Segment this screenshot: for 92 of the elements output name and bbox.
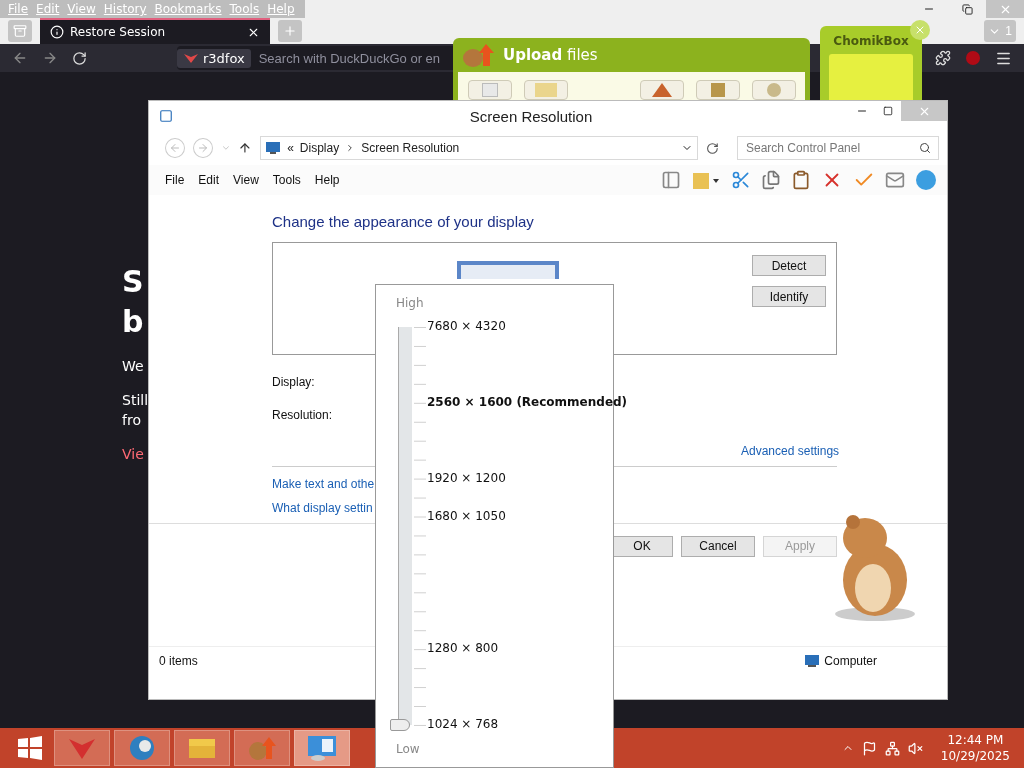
info-icon [50,25,64,39]
upload-tile[interactable] [752,80,796,100]
time-text: 12:44 PM [947,732,1004,748]
house-icon [652,83,672,97]
flag-icon[interactable] [861,740,877,756]
restore-icon [961,3,973,15]
fox-icon [183,52,199,64]
search-icon [919,142,931,154]
resolution-option[interactable]: 1680 × 1050 [427,508,506,523]
advanced-settings-link[interactable]: Advanced settings [741,444,840,458]
resolution-option[interactable]: 1024 × 768 [427,716,499,731]
url-field[interactable]: Search with DuckDuckGo or en [256,49,457,67]
location-text: Computer [824,654,877,668]
resolution-option[interactable]: 1280 × 800 [427,641,499,656]
field-label: Resolution: [272,408,334,422]
maximize-icon [883,106,893,116]
back-icon [168,142,181,154]
plus-icon [283,24,297,38]
side-button[interactable]: Detect [752,255,826,276]
upload-tile[interactable] [696,80,740,100]
page-text: fro [122,411,141,430]
page-text: Still [122,391,149,410]
scissors-icon [731,170,751,190]
taskbar-app[interactable] [294,730,350,766]
mute-icon[interactable] [907,740,923,756]
copy-icon [761,170,781,190]
archive-icon [13,24,27,38]
folder-icon [187,736,217,760]
forward-icon [196,142,209,154]
gear-icon [767,83,781,97]
address-bar[interactable]: « Display Screen Resolution [260,136,699,160]
forward-icon[interactable] [42,50,58,66]
dialog-button[interactable]: Cancel [681,535,755,557]
upload-tile[interactable] [468,80,512,100]
hamster-upload-icon [461,42,495,68]
back-icon[interactable] [12,50,28,66]
page-heading: S [122,263,144,301]
page-icon [482,83,498,97]
upload-tile[interactable] [640,80,684,100]
resolution-option[interactable]: 1920 × 1200 [427,470,506,485]
folder-icon [535,83,557,97]
network-icon[interactable] [884,740,900,756]
clock[interactable]: 12:44 PM 10/29/2025 [940,732,1010,764]
resolution-option[interactable]: 2560 × 1600 (Recommended) [427,394,628,409]
control-panel-icon [306,734,338,762]
high-label: High [396,296,424,310]
browser-tab[interactable]: Restore Session [40,18,270,44]
search-field[interactable]: Search Control Panel [737,136,939,160]
upload-title: Upload files [503,46,598,64]
menu-item[interactable]: Tools [266,173,307,187]
dialog-button[interactable]: OK [611,535,673,557]
box-icon [711,83,725,97]
shield-icon[interactable] [965,50,981,66]
tab-list-button[interactable] [8,20,32,42]
section-heading: Change the appearance of your display [272,213,535,230]
hamster-upload-icon [247,735,277,761]
help-link[interactable]: What display settin [272,501,373,515]
reload-icon[interactable] [72,50,87,66]
menu-item[interactable]: View [227,173,265,187]
identity-box[interactable]: r3dfox [177,48,251,68]
overflow-chevron[interactable]: « [287,141,294,155]
puzzle-icon[interactable] [935,50,951,66]
window-title: Screen Resolution [468,107,594,125]
low-label: Low [396,742,420,756]
breadcrumb-item[interactable]: Screen Resolution [361,141,460,155]
taskbar-app[interactable] [174,730,230,766]
clipboard-icon [791,170,811,190]
help-link[interactable]: Make text and othe [272,477,375,491]
breadcrumb-item[interactable]: Display [299,141,340,155]
layout-icon [661,170,681,190]
menu-item[interactable]: File [159,173,191,187]
refresh-icon[interactable] [706,141,719,155]
widget-title: ChomikBox [833,34,909,48]
envelope-icon [885,170,905,190]
field-label: Display: [272,375,316,389]
globe-icon [915,169,937,191]
side-button[interactable]: Identify [752,286,826,307]
date-text: 10/29/2025 [940,748,1010,764]
menu-item[interactable]: Edit [192,173,226,187]
slider-thumb[interactable] [390,718,410,731]
menu-item[interactable]: Help [308,173,346,187]
page-link[interactable]: Vie [122,446,144,462]
item-count: 0 items [159,654,198,668]
upload-tile[interactable] [524,80,568,100]
globe-icon [128,734,156,762]
page-text: We [122,357,144,376]
close-icon [914,24,926,36]
computer-icon [804,654,821,668]
windows-icon [17,736,43,760]
resolution-option[interactable]: 7680 × 4320 [427,319,506,333]
taskbar-app[interactable] [114,730,170,766]
page-heading: b [122,303,144,341]
